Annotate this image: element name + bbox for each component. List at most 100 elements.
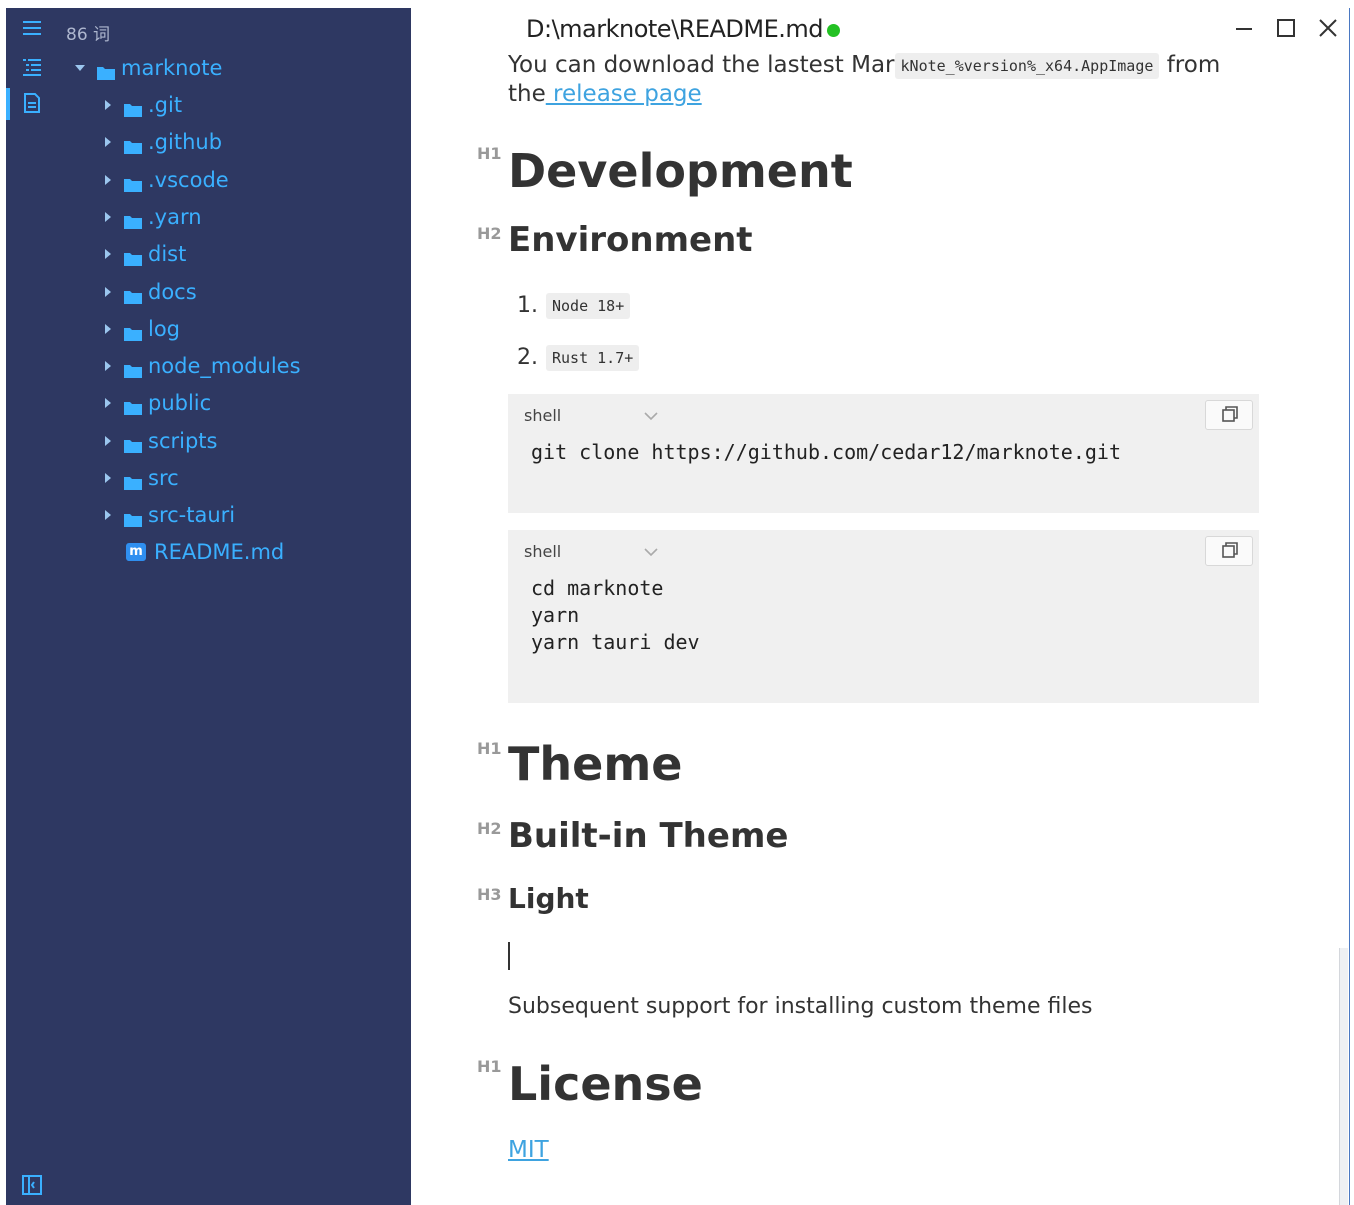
chevron-right-icon: [105, 174, 111, 185]
chevron-right-icon: [105, 510, 111, 521]
tree-folder-public[interactable]: public: [50, 385, 411, 421]
tree-label: public: [148, 391, 212, 416]
copy-button[interactable]: [1205, 400, 1253, 430]
tree-file-readme[interactable]: m README.md: [50, 534, 411, 570]
folder-open-icon: [97, 61, 115, 80]
menu-icon[interactable]: [21, 18, 43, 40]
code-language-select[interactable]: shell: [524, 542, 561, 561]
chevron-right-icon: [105, 100, 111, 110]
list-number: 2.: [517, 345, 538, 370]
chevron-down-icon[interactable]: [643, 544, 659, 560]
chevron-right-icon: [105, 286, 111, 297]
code-block[interactable]: shell cd marknote yarn yarn tauri dev: [508, 530, 1259, 703]
editor-pane: D:\marknote\README.md You can download t…: [411, 8, 1349, 1205]
app-window: 86 词 marknote .git .github .vscode .yarn dis…: [6, 8, 1350, 1205]
tree-label: .github: [148, 130, 223, 155]
list-number: 1.: [517, 293, 538, 318]
tree-label: node_modules: [148, 354, 301, 379]
heading-level-mark: H2: [477, 224, 502, 243]
chevron-down-icon: [75, 65, 85, 71]
heading-level-mark: H1: [477, 144, 502, 163]
folder-icon: [124, 173, 142, 192]
tree-label: src-tauri: [148, 503, 236, 528]
copy-icon: [1222, 542, 1238, 558]
chevron-right-icon: [105, 473, 111, 483]
scrollbar[interactable]: [1339, 948, 1348, 1205]
tree-folder-git[interactable]: .git: [50, 87, 411, 123]
code-line: yarn tauri dev: [531, 630, 700, 654]
tree-folder-dist[interactable]: dist: [50, 236, 411, 272]
outline-icon[interactable]: [21, 56, 43, 78]
tree-label: scripts: [148, 428, 218, 453]
tree-folder-vscode[interactable]: .vscode: [50, 162, 411, 198]
intro-text-suffix: from: [1159, 52, 1221, 78]
heading-license: License: [508, 1057, 703, 1111]
heading-theme: Theme: [508, 737, 683, 791]
maximize-icon[interactable]: [1273, 15, 1299, 41]
markdown-icon: m: [126, 543, 146, 561]
saved-status-dot: [827, 23, 841, 37]
close-icon[interactable]: [1315, 15, 1341, 41]
heading-light: Light: [508, 882, 589, 915]
intro-paragraph: You can download the lastest Mar kNote_%v…: [508, 52, 1220, 79]
code-line: git clone https://github.com/cedar12/mar…: [531, 440, 1122, 464]
chevron-right-icon: [105, 249, 111, 260]
file-icon[interactable]: [21, 92, 43, 114]
heading-level-mark: H2: [477, 819, 502, 838]
folder-icon: [124, 471, 142, 490]
tree-label: log: [148, 316, 181, 341]
inline-code: kNote_%version%_x64.AppImage: [894, 52, 1160, 79]
tree-label: .yarn: [148, 204, 202, 229]
inline-code: Node 18+: [546, 293, 631, 319]
copy-button[interactable]: [1205, 536, 1253, 566]
folder-icon: [124, 508, 142, 528]
folder-icon: [124, 135, 142, 155]
sidebar-toggle-icon[interactable]: [21, 1174, 43, 1196]
heading-level-mark: H3: [477, 885, 502, 904]
tree-label: src: [148, 466, 179, 490]
tree-folder-github[interactable]: .github: [50, 124, 411, 160]
folder-icon: [124, 98, 142, 117]
mit-link[interactable]: MIT: [508, 1137, 549, 1163]
tree-folder-src[interactable]: src: [50, 460, 411, 496]
tree-label: .vscode: [148, 167, 229, 192]
tree-folder-node-modules[interactable]: node_modules: [50, 348, 411, 384]
chevron-down-icon[interactable]: [643, 408, 659, 424]
tree-label: dist: [148, 242, 187, 267]
tree-folder-scripts[interactable]: scripts: [50, 423, 411, 459]
tree-label: README.md: [154, 540, 285, 564]
tree-root-marknote[interactable]: marknote: [50, 50, 411, 86]
intro-text: You can download the lastest Mar: [508, 52, 895, 78]
code-block[interactable]: shell git clone https://github.com/cedar…: [508, 394, 1259, 513]
code-line: cd marknote: [531, 576, 664, 600]
code-language-select[interactable]: shell: [524, 406, 561, 425]
word-count: 86 词: [66, 25, 111, 45]
intro-paragraph-line2: the release page: [508, 81, 702, 107]
minimize-icon[interactable]: [1231, 15, 1257, 41]
heading-development: Development: [508, 144, 853, 198]
intro-text: the: [508, 81, 546, 107]
release-page-link[interactable]: release page: [546, 81, 702, 107]
icon-rail: [6, 8, 50, 1205]
inline-code: Rust 1.7+: [546, 345, 640, 371]
heading-environment: Environment: [508, 220, 753, 260]
paragraph-subsequent: Subsequent support for installing custom…: [508, 994, 1093, 1019]
tree-folder-docs[interactable]: docs: [50, 274, 411, 310]
tree-folder-log[interactable]: log: [50, 311, 411, 347]
tree-folder-src-tauri[interactable]: src-tauri: [50, 497, 411, 533]
chevron-right-icon: [105, 211, 111, 222]
heading-builtin-theme: Built-in Theme: [508, 816, 789, 856]
window-title: D:\marknote\README.md: [526, 15, 841, 43]
folder-icon: [124, 396, 142, 416]
file-path: D:\marknote\README.md: [526, 15, 824, 43]
folder-icon: [124, 434, 142, 453]
file-sidebar: 86 词 marknote .git .github .vscode .yarn dis…: [50, 8, 411, 1205]
folder-icon: [124, 285, 142, 304]
chevron-right-icon: [105, 398, 111, 409]
tree-folder-yarn[interactable]: .yarn: [50, 199, 411, 235]
tree-label: docs: [148, 279, 197, 304]
copy-icon: [1222, 406, 1238, 422]
heading-level-mark: H1: [477, 739, 502, 758]
tree-label: .git: [148, 93, 183, 117]
active-indicator: [6, 88, 10, 120]
